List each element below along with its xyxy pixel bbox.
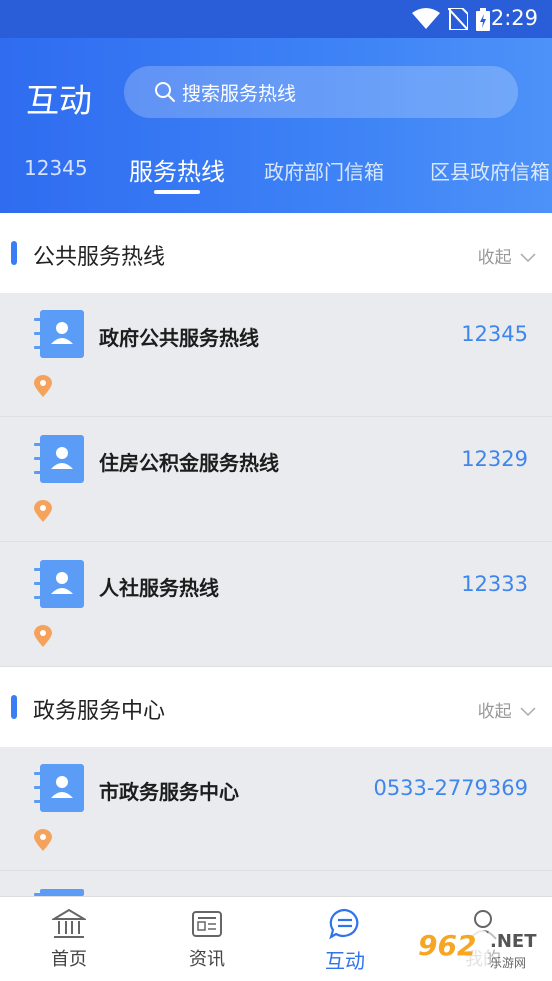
list-item[interactable]: 住房公积金服务热线 12329 [0,418,552,542]
hotline-number[interactable]: 12333 [461,572,528,596]
section-marker [11,695,17,719]
collapse-button[interactable]: 收起 [478,697,536,722]
list-item[interactable]: 政府公共服务热线 12345 [0,293,552,417]
watermark-cn: 乐游网 [490,956,527,970]
location-pin-icon[interactable] [34,829,52,851]
collapse-button[interactable]: 收起 [478,243,536,268]
nav-interaction[interactable]: 互动 [300,907,390,974]
location-pin-icon[interactable] [34,375,52,397]
status-time: 2:29 [490,6,538,30]
contact-book-icon [34,310,84,358]
tab-bar: 12345 服务热线 政府部门信箱 区县政府信箱 [0,150,552,198]
bank-icon [52,908,86,938]
location-pin-icon[interactable] [34,500,52,522]
tab-12345[interactable]: 12345 [24,156,88,180]
battery-icon [476,8,490,31]
watermark-number: 962 [418,929,477,962]
tab-department-mailbox[interactable]: 政府部门信箱 [264,156,384,185]
tab-district-mailbox[interactable]: 区县政府信箱 [430,156,550,185]
nav-label: 首页 [51,949,87,970]
hotline-name: 市政务服务中心 [99,780,239,804]
list-item[interactable] [0,872,552,896]
contact-book-icon [34,560,84,608]
page-title: 互动 [26,81,92,120]
chevron-down-icon [520,707,536,717]
nav-news[interactable]: 资讯 [162,907,252,971]
search-placeholder: 搜索服务热线 [182,83,297,105]
search-input[interactable]: 搜索服务热线 [124,66,518,118]
search-icon [155,82,175,102]
status-bar: 2:29 [0,0,552,38]
contact-book-icon [34,764,84,812]
no-sim-icon [448,8,468,30]
section-marker [11,241,17,265]
section-title: 政务服务中心 [33,699,166,724]
hotline-number[interactable]: 0533-2779369 [373,776,528,800]
hotline-number[interactable]: 12329 [461,447,528,471]
contact-book-icon [34,435,84,483]
contact-book-icon [34,889,84,896]
wifi-icon [412,8,440,29]
section-title: 公共服务热线 [33,245,166,270]
nav-home[interactable]: 首页 [24,907,114,971]
nav-label: 资讯 [189,949,225,970]
collapse-label: 收起 [477,248,512,268]
section-header-public-hotline: 公共服务热线 收起 [0,213,552,293]
nav-label: 互动 [325,949,365,973]
active-tab-indicator [154,190,200,194]
watermark-net: .NET [490,931,537,952]
chevron-down-icon [520,253,536,263]
hotline-name: 政府公共服务热线 [99,326,259,350]
section-header-service-center: 政务服务中心 收起 [0,667,552,747]
location-pin-icon[interactable] [34,625,52,647]
list-item[interactable]: 人社服务热线 12333 [0,543,552,667]
list-item[interactable]: 市政务服务中心 0533-2779369 [0,747,552,871]
chat-icon [329,908,359,940]
hotline-number[interactable]: 12345 [461,322,528,346]
hotline-name: 人社服务热线 [99,576,219,600]
hotline-name: 住房公积金服务热线 [99,451,279,475]
tab-service-hotline[interactable]: 服务热线 [129,152,225,187]
news-icon [192,911,222,937]
collapse-label: 收起 [477,702,512,722]
